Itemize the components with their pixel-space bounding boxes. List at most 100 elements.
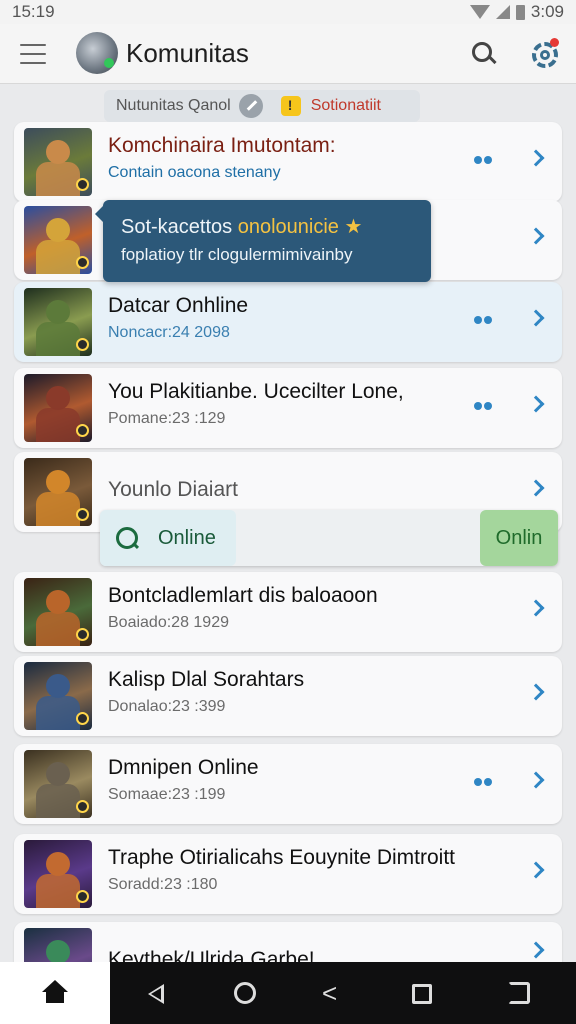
chevron-right-icon[interactable] [527, 941, 545, 959]
status-clock-right: 3:09 [530, 2, 564, 21]
thumbnail-badge-icon [76, 508, 89, 521]
wifi-icon [469, 5, 490, 19]
chevron-right-icon[interactable] [527, 395, 545, 413]
page-title: Komunitas [126, 38, 249, 68]
list-item-subtitle: Donalao:23 :399 [108, 698, 226, 715]
edit-icon[interactable] [238, 94, 263, 118]
list-item-title: Kalisp Dlal Sorahtars [108, 668, 305, 691]
list-item-subtitle: Pomane:23 :129 [108, 410, 226, 427]
rotate-icon[interactable] [508, 982, 530, 1004]
community-thumbnail [24, 128, 92, 196]
status-bar: 15:19 3:09 [0, 0, 576, 24]
status-time: 15:19 [12, 2, 55, 21]
online-status-label: Onlin [495, 526, 543, 549]
community-thumbnail [24, 458, 92, 526]
filter-chip[interactable]: Nutunitas Qanol Sotionatiit [104, 90, 420, 122]
list-item-subtitle: Noncacr:24 2098 [108, 324, 230, 341]
thumbnail-head [46, 386, 70, 410]
list-item[interactable]: Kalisp Dlal Sorahtars Donalao:23 :399 [14, 656, 562, 736]
thumbnail-body [36, 492, 80, 526]
thumbnail-body [36, 240, 80, 274]
list-item-title: Komchinaira Imutontam: [108, 134, 336, 157]
thumbnail-head [46, 218, 70, 242]
online-toggle-bar: Online Onlin [100, 510, 558, 566]
online-status-button[interactable]: Onlin [480, 510, 558, 566]
chip-label: Nutunitas Qanol [116, 97, 231, 114]
home-icon [42, 980, 68, 1004]
thumbnail-head [46, 940, 70, 964]
settings-button[interactable] [528, 38, 560, 70]
cell-signal-icon [495, 5, 510, 19]
chevron-right-icon[interactable] [527, 683, 545, 701]
search-icon[interactable] [470, 40, 498, 68]
app-logo-icon [76, 32, 118, 74]
thumbnail-body [36, 322, 80, 356]
list-item[interactable]: You Plakitianbe. Ucecilter Lone, Pomane:2… [14, 368, 562, 448]
list-item[interactable]: Bontcladlemlart dis baloaoon Boaiado:28 1… [14, 572, 562, 652]
chevron-right-icon[interactable] [527, 227, 545, 245]
thumbnail-body [36, 874, 80, 908]
thumbnail-head [46, 300, 70, 324]
thumbnail-badge-icon [76, 628, 89, 641]
thumbnail-body [36, 162, 80, 196]
notification-dot [550, 38, 559, 47]
activity-dots-icon [474, 316, 494, 324]
tooltip-popup: Sot-kacettos onolounicie ★ foplatioy tlr… [95, 200, 431, 282]
list-item-title: Traphe Otirialicahs Eouynite Dimtroitt [108, 846, 456, 869]
thumbnail-head [46, 470, 70, 494]
list-item[interactable]: Komchinaira Imutontam: Contain oacona ste… [14, 122, 562, 202]
share-icon[interactable] [320, 978, 344, 1009]
chevron-right-icon[interactable] [527, 309, 545, 327]
community-thumbnail [24, 662, 92, 730]
list-item-title: Younlo Diaiart [108, 478, 238, 501]
search-icon [116, 527, 138, 549]
thumbnail-badge-icon [76, 178, 89, 191]
chevron-right-icon[interactable] [527, 149, 545, 167]
chevron-right-icon[interactable] [527, 861, 545, 879]
list-item[interactable]: Datcar Onhline Noncacr:24 2098 [14, 282, 562, 362]
thumbnail-head [46, 852, 70, 876]
thumbnail-badge-icon [76, 712, 89, 725]
warning-icon [280, 96, 301, 116]
online-button[interactable]: Online [100, 510, 236, 566]
community-thumbnail [24, 750, 92, 818]
activity-dots-icon [474, 778, 494, 786]
list-item[interactable]: Traphe Otirialicahs Eouynite Dimtroitt So… [14, 834, 562, 914]
status-icons: 3:09 [469, 2, 564, 22]
tooltip-line-2: foplatioy tlr clogulermimivainby [121, 245, 353, 264]
thumbnail-body [36, 408, 80, 442]
chevron-right-icon[interactable] [527, 771, 545, 789]
recents-icon[interactable] [412, 984, 432, 1004]
chip-status: Sotionatiit [310, 97, 381, 114]
list-item-title: Bontcladlemlart dis baloaoon [108, 584, 378, 607]
tooltip-accent: onolounicie ★ [237, 216, 363, 238]
list-item-title: You Plakitianbe. Ucecilter Lone, [108, 380, 404, 403]
tooltip-line-1: Sot-kacettos onolounicie ★ [121, 214, 413, 239]
community-thumbnail [24, 288, 92, 356]
thumbnail-body [36, 784, 80, 818]
battery-icon [515, 4, 525, 20]
community-thumbnail [24, 578, 92, 646]
community-thumbnail [24, 840, 92, 908]
back-icon[interactable] [148, 984, 164, 1004]
home-circle-icon[interactable] [234, 982, 256, 1004]
activity-dots-icon [474, 156, 494, 164]
list-item-title: Datcar Onhline [108, 294, 249, 317]
thumbnail-head [46, 590, 70, 614]
gear-center [540, 50, 550, 60]
activity-dots-icon [474, 402, 494, 410]
chevron-right-icon[interactable] [527, 479, 545, 497]
bottom-navigation [0, 962, 576, 1024]
list-item-subtitle: Contain oacona stenany [108, 164, 281, 181]
thumbnail-head [46, 140, 70, 164]
tooltip-line-1-text: Sot-kacettos [121, 216, 238, 238]
nav-home-tab[interactable] [0, 962, 110, 1024]
chevron-right-icon[interactable] [527, 599, 545, 617]
thumbnail-body [36, 612, 80, 646]
online-button-label: Online [158, 526, 216, 549]
thumbnail-badge-icon [76, 338, 89, 351]
menu-icon[interactable] [20, 44, 46, 64]
list-item[interactable]: Dmnipen Online Somaae:23 :199 [14, 744, 562, 824]
community-thumbnail [24, 206, 92, 274]
list-item-subtitle: Boaiado:28 1929 [108, 614, 229, 631]
